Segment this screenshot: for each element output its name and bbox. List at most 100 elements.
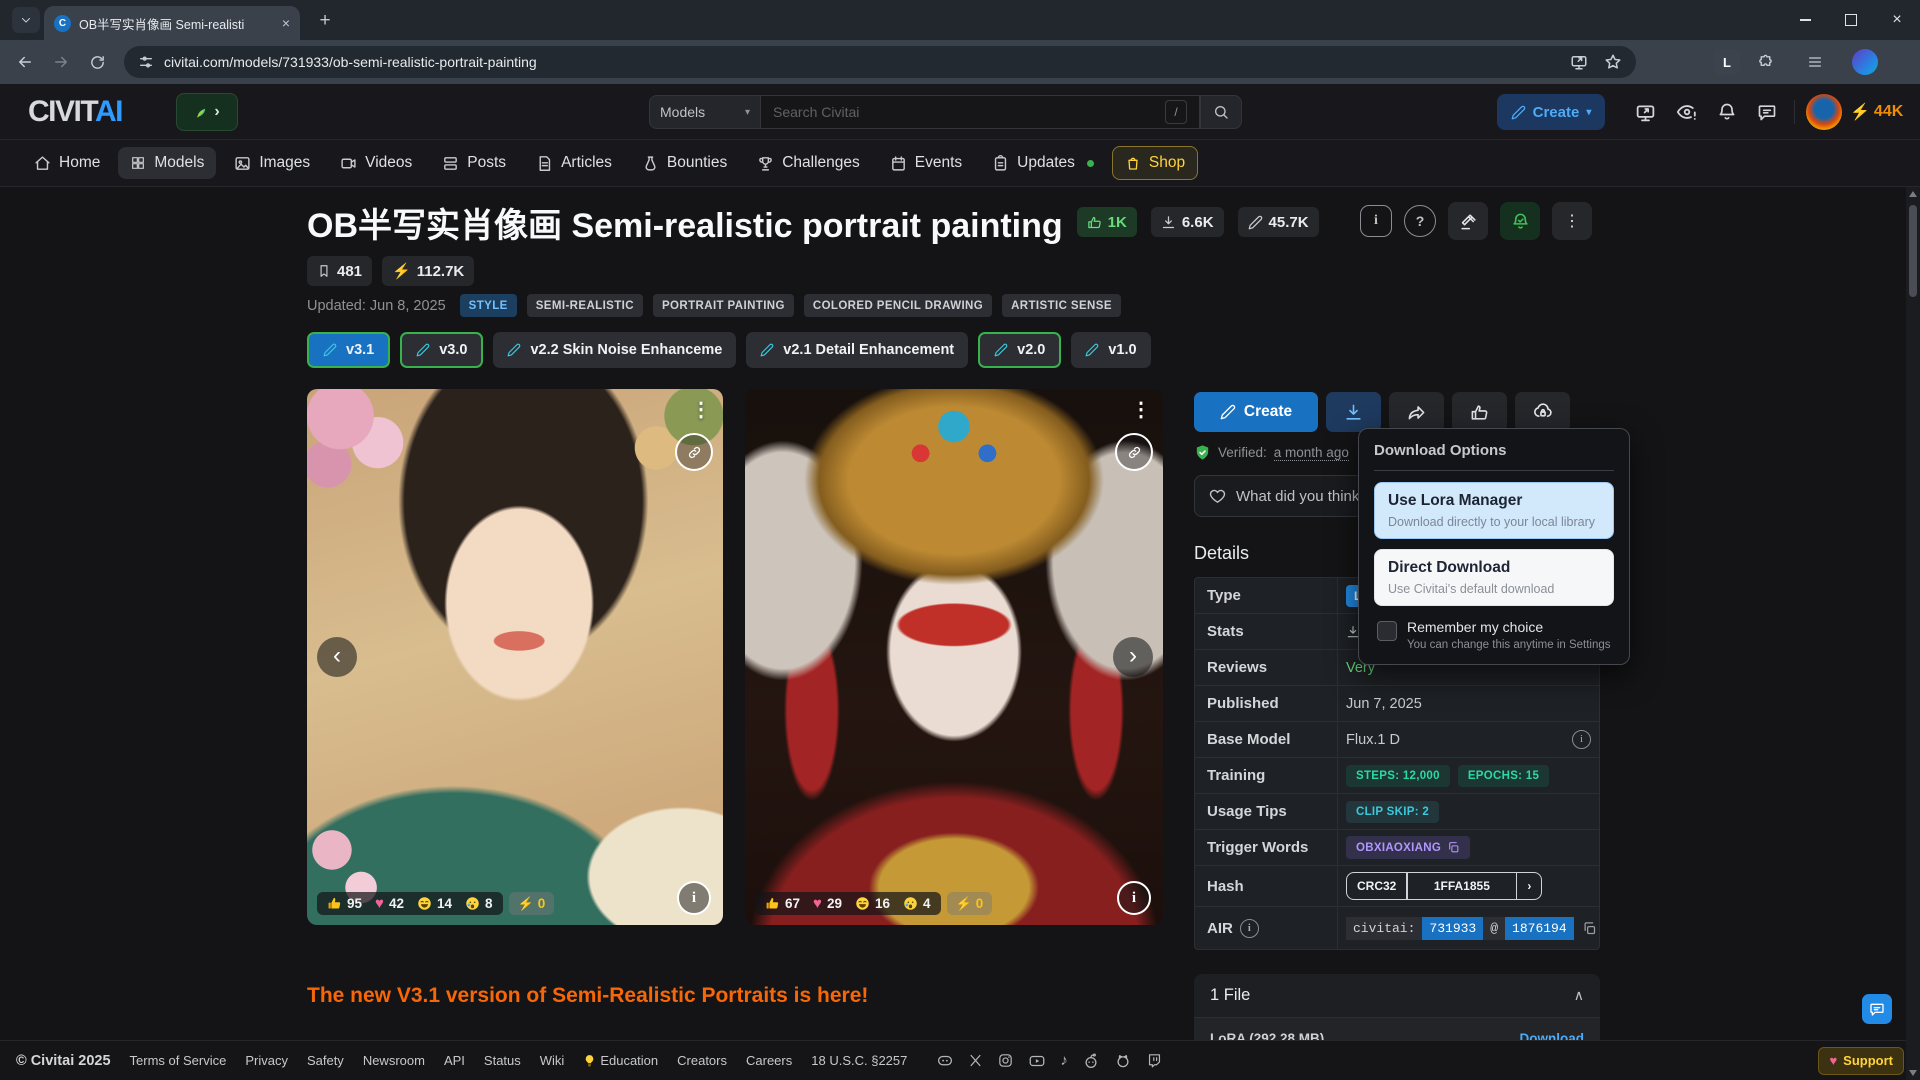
bookmark-star-icon[interactable] (1604, 53, 1622, 71)
reddit-icon[interactable] (1082, 1052, 1100, 1070)
site-settings-icon[interactable] (138, 54, 154, 70)
browser-menu-button[interactable] (1804, 51, 1826, 73)
reload-button[interactable] (86, 51, 108, 73)
search-input[interactable]: Search Civitai / (760, 95, 1200, 129)
twitch-icon[interactable] (1146, 1052, 1163, 1069)
cast-icon[interactable] (1570, 53, 1588, 71)
image-info-button[interactable]: i (677, 881, 711, 915)
downloads-badge[interactable]: 6.6K (1151, 207, 1224, 237)
page-scrollbar[interactable] (1906, 187, 1920, 1080)
hash-next-chevron[interactable]: › (1517, 873, 1541, 899)
tag[interactable]: SEMI-REALISTIC (527, 294, 643, 317)
nav-item-articles[interactable]: Articles (524, 147, 624, 179)
tag[interactable]: ARTISTIC SENSE (1002, 294, 1121, 317)
github-icon[interactable] (1114, 1052, 1132, 1070)
moderation-button[interactable] (1448, 202, 1488, 240)
footer-link-newsroom[interactable]: Newsroom (363, 1053, 425, 1068)
version-v2-1[interactable]: v2.1 Detail Enhancement (746, 332, 968, 368)
option-lora-manager[interactable]: Use Lora Manager Download directly to yo… (1374, 482, 1614, 539)
maximize-button[interactable] (1828, 0, 1874, 40)
remember-checkbox[interactable] (1377, 621, 1397, 641)
nav-item-shop[interactable]: Shop (1112, 146, 1198, 180)
notifications-button[interactable] (1716, 101, 1738, 123)
scrollbar-thumb[interactable] (1909, 205, 1917, 297)
reaction-heart[interactable]: ♥ 42 (375, 896, 404, 911)
link-badge[interactable] (1115, 433, 1153, 471)
link-badge[interactable] (675, 433, 713, 471)
header-create-button[interactable]: Create ▾ (1497, 94, 1605, 130)
forward-button[interactable] (50, 51, 72, 73)
version-v2-0[interactable]: v2.0 (978, 332, 1061, 368)
trigger-word-badge[interactable]: OBXIAOXIANG (1346, 836, 1470, 859)
file-section-header[interactable]: 1 File ∧ (1194, 974, 1600, 1018)
search-category-select[interactable]: Models ▾ (649, 95, 761, 129)
footer-link-careers[interactable]: Careers (746, 1053, 792, 1068)
address-bar[interactable]: civitai.com/models/731933/ob-semi-realis… (124, 46, 1636, 78)
more-options-button[interactable]: ⋮ (1552, 202, 1592, 240)
footer-link-safety[interactable]: Safety (307, 1053, 344, 1068)
carousel-prev-button[interactable]: ‹ (317, 637, 357, 677)
vault-button[interactable] (1515, 392, 1570, 432)
hash-pill[interactable]: CRC32 1FFA1855 › (1346, 872, 1542, 900)
footer-link-wiki[interactable]: Wiki (540, 1053, 565, 1068)
footer-link-education[interactable]: Education (583, 1053, 658, 1068)
browser-tab[interactable]: C OB半写实肖像画 Semi-realisti × (44, 6, 300, 40)
info-icon[interactable]: i (1240, 919, 1259, 938)
new-tab-button[interactable]: + (312, 8, 338, 34)
generations-badge[interactable]: 45.7K (1238, 207, 1319, 237)
discord-icon[interactable] (936, 1052, 954, 1070)
version-v2-2[interactable]: v2.2 Skin Noise Enhanceme (493, 332, 736, 368)
extension-l-badge[interactable]: L (1714, 49, 1740, 75)
nav-item-challenges[interactable]: Challenges (745, 147, 872, 179)
tab-search-button[interactable] (12, 7, 40, 33)
footer-link-creators[interactable]: Creators (677, 1053, 727, 1068)
reaction-thumbs-up[interactable]: 67 (765, 896, 800, 911)
browsing-level-button[interactable] (1676, 101, 1698, 123)
support-button[interactable]: ♥ Support (1818, 1047, 1904, 1075)
tag-style[interactable]: STYLE (460, 294, 517, 317)
footer-link-status[interactable]: Status (484, 1053, 521, 1068)
footer-link-api[interactable]: API (444, 1053, 465, 1068)
screen-generate-button[interactable] (1634, 101, 1656, 123)
tag[interactable]: COLORED PENCIL DRAWING (804, 294, 992, 317)
instagram-icon[interactable] (997, 1052, 1014, 1069)
image-menu-button[interactable]: ⋮ (691, 397, 711, 422)
reaction-zap[interactable]: ⚡ 0 (947, 892, 993, 915)
footer-link-2257[interactable]: 18 U.S.C. §2257 (811, 1053, 907, 1068)
nav-item-updates[interactable]: Updates (980, 147, 1106, 179)
nav-item-home[interactable]: Home (22, 147, 112, 179)
version-v1-0[interactable]: v1.0 (1071, 332, 1150, 368)
share-button[interactable] (1389, 392, 1444, 432)
nav-item-images[interactable]: Images (222, 147, 322, 179)
model-image-1[interactable]: ⋮ ‹ 95 ♥ 42 14 8 (307, 389, 723, 925)
reaction-heart[interactable]: ♥ 29 (813, 896, 842, 911)
create-with-model-button[interactable]: Create (1194, 392, 1318, 432)
verified-time[interactable]: a month ago (1274, 445, 1349, 461)
close-button[interactable]: × (1874, 0, 1920, 40)
tiktok-icon[interactable]: ♪ (1060, 1052, 1068, 1069)
air-code[interactable]: civitai: 731933 @ 1876194 (1346, 917, 1574, 940)
x-icon[interactable] (968, 1053, 983, 1068)
model-image-2[interactable]: ⋮ › 67 ♥ 29 16 4 (745, 389, 1163, 925)
nav-item-events[interactable]: Events (878, 147, 974, 179)
scroll-down-arrow[interactable] (1909, 1070, 1917, 1076)
reaction-cry[interactable]: 8 (465, 896, 493, 911)
nav-item-bounties[interactable]: Bounties (630, 147, 739, 179)
reaction-laugh[interactable]: 16 (855, 896, 890, 911)
version-v3-1[interactable]: v3.1 (307, 332, 390, 368)
nav-item-videos[interactable]: Videos (328, 147, 424, 179)
back-button[interactable] (14, 51, 36, 73)
buzz-balance[interactable]: ⚡ 44K (1850, 84, 1903, 140)
reaction-laugh[interactable]: 14 (417, 896, 452, 911)
chat-button[interactable] (1756, 101, 1778, 123)
tag[interactable]: PORTRAIT PAINTING (653, 294, 794, 317)
likes-badge[interactable]: 1K (1077, 207, 1137, 237)
image-info-button[interactable]: i (1117, 881, 1151, 915)
reaction-thumbs-up[interactable]: 95 (327, 896, 362, 911)
reaction-cry[interactable]: 4 (903, 896, 931, 911)
event-promo-button[interactable]: › (176, 93, 238, 131)
help-button[interactable]: ? (1404, 205, 1436, 237)
tab-close-icon[interactable]: × (282, 16, 290, 30)
search-button[interactable] (1200, 95, 1242, 129)
footer-link-privacy[interactable]: Privacy (245, 1053, 288, 1068)
